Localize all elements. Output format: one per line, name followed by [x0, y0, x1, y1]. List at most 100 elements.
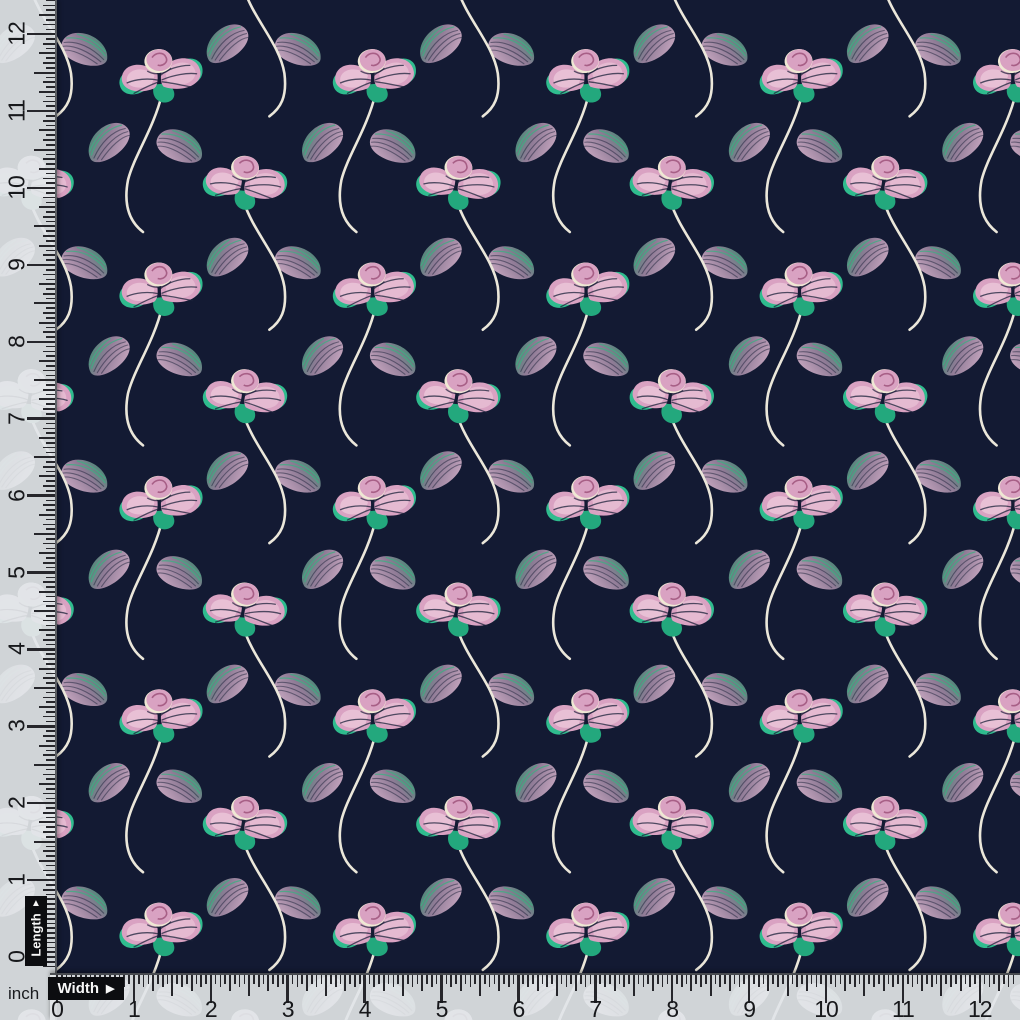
- flower-motif: [933, 686, 1020, 873]
- ruler-tick: [878, 975, 880, 984]
- flower-motif: [625, 579, 753, 756]
- ruler-tick: [34, 456, 55, 458]
- vertical-ruler: 0123456789101112: [0, 0, 57, 1020]
- flower-motif: [411, 579, 539, 756]
- ruler-tick: [34, 379, 55, 381]
- ruler-tick: [46, 913, 55, 915]
- ruler-tick: [39, 745, 55, 747]
- ruler-tick: [402, 975, 404, 996]
- ruler-tick: [522, 975, 524, 984]
- ruler-tick: [43, 447, 55, 449]
- flower-motif: [838, 152, 966, 329]
- ruler-tick: [277, 975, 279, 987]
- ruler-tick: [43, 216, 55, 218]
- ruler-tick: [27, 802, 55, 805]
- ruler-tick: [43, 966, 55, 968]
- ruler-tick: [484, 975, 486, 984]
- ruler-tick: [46, 432, 55, 434]
- ruler-tick: [667, 975, 669, 984]
- ruler-tick: [383, 975, 385, 991]
- ruler-tick: [224, 975, 226, 984]
- ruler-tick: [719, 975, 721, 987]
- ruler-tick: [46, 269, 55, 271]
- ruler-tick: [34, 149, 55, 151]
- ruler-tick: [758, 975, 760, 987]
- ruler-tick: [46, 259, 55, 261]
- ruler-tick: [830, 975, 832, 984]
- ruler-tick: [498, 975, 500, 991]
- ruler-tick: [705, 975, 707, 984]
- flower-motif: [720, 45, 848, 232]
- ruler-tick: [263, 975, 265, 984]
- ruler-tick: [46, 307, 55, 309]
- ruler-tick: [508, 975, 510, 987]
- ruler-tick: [974, 975, 976, 984]
- ruler-tick: [46, 134, 55, 136]
- ruler-tick: [763, 975, 765, 984]
- flower-motif: [625, 366, 753, 543]
- ruler-tick: [229, 975, 231, 991]
- ruler-tick: [200, 975, 202, 987]
- ruler-tick: [614, 975, 616, 991]
- width-label-bar: Width ▶: [48, 977, 124, 1000]
- ruler-tick: [46, 701, 55, 703]
- ruler-tick: [695, 975, 697, 984]
- ruler-tick: [176, 975, 178, 984]
- ruler-tick: [984, 975, 986, 984]
- ruler-tick: [801, 975, 803, 984]
- ruler-tick: [854, 975, 856, 987]
- ruler-tick: [46, 577, 55, 579]
- ruler-tick: [513, 975, 515, 984]
- ruler-tick: [43, 331, 55, 333]
- ruler-tick: [46, 538, 55, 540]
- ruler-tick: [43, 43, 55, 45]
- ruler-tick: [43, 543, 55, 545]
- flower-motif: [933, 472, 1020, 659]
- ruler-tick: [39, 14, 55, 16]
- ruler-tick: [39, 129, 55, 131]
- ruler-tick: [297, 975, 299, 987]
- ruler-number: 11: [892, 998, 914, 1020]
- ruler-tick: [782, 975, 784, 984]
- ruler-tick: [46, 711, 55, 713]
- ruler-tick: [167, 975, 169, 984]
- ruler-tick: [1013, 975, 1015, 984]
- ruler-tick: [27, 341, 55, 344]
- ruler-tick: [767, 975, 769, 991]
- ruler-tick: [46, 471, 55, 473]
- ruler-tick: [43, 793, 55, 795]
- ruler-tick: [43, 428, 55, 430]
- ruler-tick: [43, 889, 55, 891]
- ruler-tick: [46, 692, 55, 694]
- ruler-number: 4: [6, 643, 29, 655]
- ruler-tick: [43, 754, 55, 756]
- ruler-tick: [950, 975, 952, 987]
- ruler-tick: [917, 975, 919, 984]
- ruler-tick: [46, 0, 55, 1]
- ruler-tick: [39, 783, 55, 785]
- ruler-tick: [883, 975, 885, 991]
- ruler-tick: [743, 975, 745, 984]
- ruler-tick: [556, 975, 558, 996]
- ruler-tick: [46, 384, 55, 386]
- ruler-tick: [676, 975, 678, 984]
- ruler-tick: [46, 557, 55, 559]
- ruler-tick: [945, 975, 947, 984]
- ruler-tick: [46, 778, 55, 780]
- ruler-number: 10: [814, 998, 838, 1020]
- ruler-tick: [128, 975, 130, 984]
- flower-motif: [838, 0, 966, 116]
- ruler-tick: [715, 975, 717, 984]
- flower-motif: [80, 45, 208, 232]
- flower-motif: [411, 792, 539, 969]
- ruler-tick: [46, 615, 55, 617]
- ruler-tick: [907, 975, 909, 984]
- ruler-tick: [46, 327, 55, 329]
- ruler-tick: [39, 475, 55, 477]
- ruler-tick: [34, 764, 55, 766]
- ruler-tick: [46, 644, 55, 646]
- ruler-tick: [590, 975, 592, 984]
- width-label: Width: [58, 980, 100, 997]
- ruler-tick: [474, 975, 476, 984]
- ruler-number: 9: [743, 998, 755, 1020]
